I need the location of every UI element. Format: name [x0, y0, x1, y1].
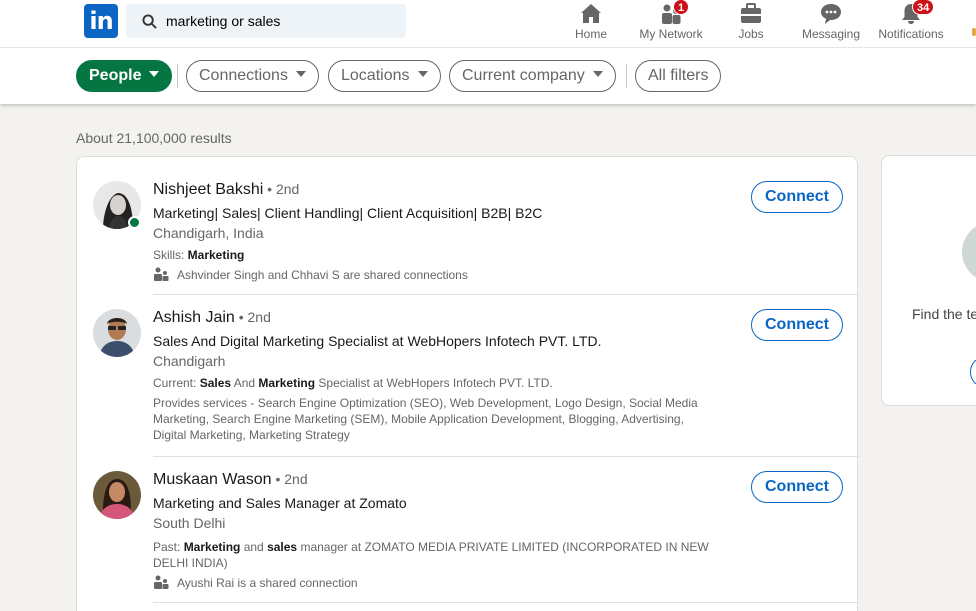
people-filter-button[interactable]: People: [76, 60, 173, 92]
caret-down-icon: [149, 71, 160, 77]
nav-notifications[interactable]: 34 Notifications: [874, 0, 948, 48]
side-avatar: [962, 222, 976, 282]
result-item: Ashish Jain • 2nd Sales And Digital Mark…: [77, 295, 857, 456]
result-divider: [153, 602, 859, 603]
past-keyword: Marketing: [183, 540, 241, 554]
caret-down-icon: [417, 71, 428, 77]
nav-my-network[interactable]: 1 My Network: [632, 0, 710, 48]
past-label: Past:: [153, 540, 184, 554]
avatar[interactable]: [93, 309, 141, 357]
connect-button[interactable]: Connect: [751, 181, 843, 213]
result-headline: Marketing| Sales| Client Handling| Clien…: [153, 205, 543, 221]
results-count: About 21,100,000 results: [76, 130, 232, 146]
top-nav: in Home 1 My Network Jobs: [0, 0, 976, 48]
nav-my-network-label: My Network: [639, 27, 703, 41]
result-services: Provides services - Search Engine Optimi…: [153, 396, 698, 442]
people-filter-label: People: [89, 67, 142, 84]
connections-filter-button[interactable]: Connections: [186, 60, 319, 92]
result-name[interactable]: Nishjeet Bakshi • 2nd: [153, 181, 299, 199]
current-rest: Specialist at WebHopers Infotech PVT. LT…: [315, 376, 553, 390]
filter-bar: People Connections Locations Current com…: [0, 48, 976, 104]
linkedin-logo[interactable]: in: [84, 4, 118, 38]
search-results-card: Nishjeet Bakshi • 2nd Marketing| Sales| …: [76, 156, 859, 611]
result-location: South Delhi: [153, 515, 226, 531]
search-box[interactable]: [126, 4, 406, 38]
connection-degree: • 2nd: [271, 471, 308, 487]
notifications-badge: 34: [912, 0, 935, 15]
nav-jobs[interactable]: Jobs: [726, 0, 776, 48]
people-icon: [154, 575, 169, 589]
nav-home-label: Home: [574, 27, 607, 41]
connection-degree: • 2nd: [234, 309, 271, 325]
past-keyword: sales: [267, 540, 298, 554]
side-promo-button[interactable]: [970, 356, 976, 388]
result-item: Nishjeet Bakshi • 2nd Marketing| Sales| …: [77, 157, 857, 294]
jobs-icon: [741, 3, 761, 23]
nav-jobs-label: Jobs: [738, 27, 764, 41]
messaging-icon: [821, 4, 841, 24]
network-badge: 1: [673, 0, 690, 15]
connections-filter-label: Connections: [199, 67, 288, 84]
result-name-text[interactable]: Nishjeet Bakshi: [153, 181, 263, 198]
current-label: Current:: [153, 376, 200, 390]
premium-icon[interactable]: [972, 28, 976, 36]
shared-connections-text: Ayushi Rai is a shared connection: [177, 576, 358, 590]
online-status-icon: [128, 216, 141, 229]
connection-degree: • 2nd: [263, 181, 300, 197]
caret-down-icon: [295, 71, 306, 77]
nav-messaging[interactable]: Messaging: [796, 0, 866, 48]
current-keyword: Sales: [199, 376, 232, 390]
nav-home[interactable]: Home: [566, 0, 616, 48]
result-location: Chandigarh: [153, 353, 226, 369]
locations-filter-button[interactable]: Locations: [328, 60, 441, 92]
nav-messaging-label: Messaging: [801, 27, 861, 41]
search-icon: [142, 14, 157, 29]
result-skills: Skills: Marketing: [153, 247, 713, 263]
result-current-position: Current: Sales And Marketing Specialist …: [153, 375, 713, 391]
skills-value: Marketing: [187, 248, 245, 262]
shared-connections[interactable]: Ashvinder Singh and Chhavi S are shared …: [153, 267, 468, 282]
result-past-position: Past: Marketing and sales manager at ZOM…: [153, 539, 713, 571]
all-filters-label: All filters: [648, 67, 709, 84]
home-icon: [581, 4, 601, 23]
side-promo-card: Find the te: [881, 155, 976, 406]
result-location: Chandigarh, India: [153, 225, 264, 241]
skills-label: Skills:: [153, 248, 188, 262]
nav-notifications-label: Notifications: [878, 27, 944, 41]
filter-divider: [177, 64, 178, 88]
current-connector: And: [231, 376, 259, 390]
result-name-text[interactable]: Ashish Jain: [153, 309, 235, 326]
connect-button[interactable]: Connect: [751, 309, 843, 341]
search-input[interactable]: [166, 4, 402, 38]
result-headline: Sales And Digital Marketing Specialist a…: [153, 333, 602, 349]
result-name[interactable]: Muskaan Wason • 2nd: [153, 471, 308, 489]
shared-connections-text: Ashvinder Singh and Chhavi S are shared …: [177, 268, 468, 282]
current-company-filter-button[interactable]: Current company: [449, 60, 616, 92]
connect-button[interactable]: Connect: [751, 471, 843, 503]
result-item: Muskaan Wason • 2nd Marketing and Sales …: [77, 457, 857, 603]
people-icon: [154, 267, 169, 281]
side-promo-text: Find the te: [912, 306, 976, 322]
filter-divider: [626, 64, 627, 88]
shared-connections[interactable]: Ayushi Rai is a shared connection: [153, 575, 358, 590]
current-keyword: Marketing: [258, 376, 316, 390]
avatar[interactable]: [93, 471, 141, 519]
caret-down-icon: [592, 71, 603, 77]
result-headline: Marketing and Sales Manager at Zomato: [153, 495, 407, 511]
result-name-text[interactable]: Muskaan Wason: [153, 471, 272, 488]
past-connector: and: [240, 540, 268, 554]
locations-filter-label: Locations: [341, 67, 410, 84]
current-company-filter-label: Current company: [462, 67, 585, 84]
all-filters-button[interactable]: All filters: [635, 60, 722, 92]
result-name[interactable]: Ashish Jain • 2nd: [153, 309, 271, 327]
